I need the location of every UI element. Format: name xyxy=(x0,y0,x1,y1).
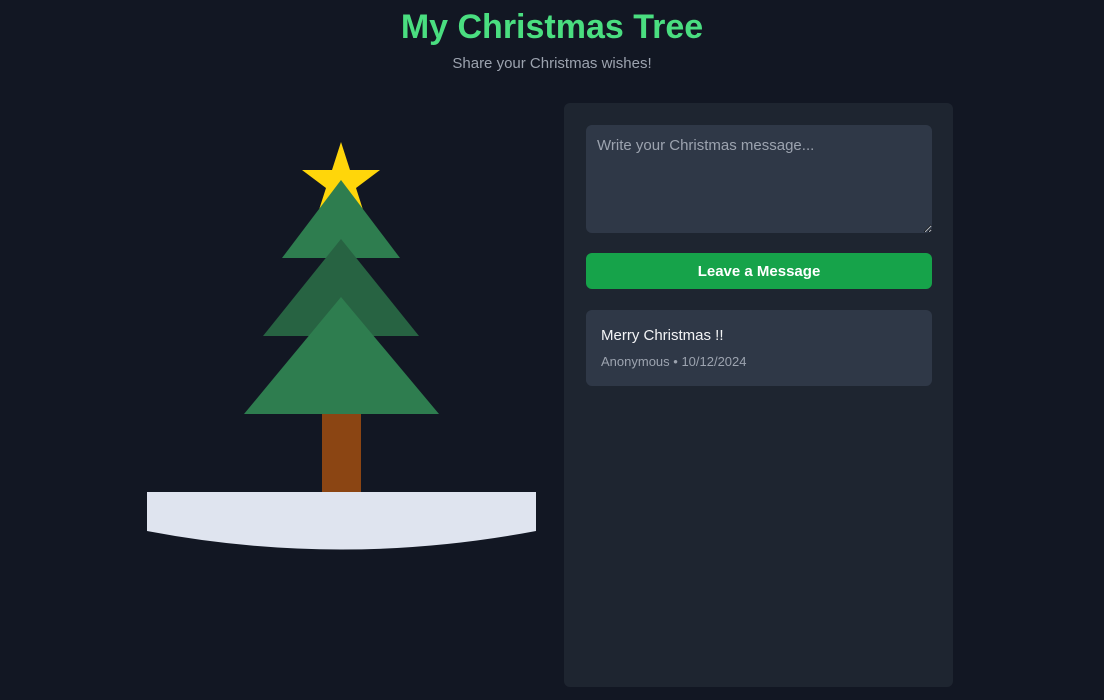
message-card: Merry Christmas !! Anonymous • 10/12/202… xyxy=(586,310,932,386)
message-input[interactable] xyxy=(586,125,932,233)
leave-message-button[interactable]: Leave a Message xyxy=(586,253,932,289)
christmas-tree-illustration xyxy=(147,142,536,550)
message-author: Anonymous xyxy=(601,354,670,369)
page-title: My Christmas Tree xyxy=(400,8,704,46)
tree-bottom-tier xyxy=(244,297,439,414)
message-meta: Anonymous • 10/12/2024 xyxy=(601,354,747,369)
message-text: Merry Christmas !! xyxy=(601,327,724,344)
message-list: Merry Christmas !! Anonymous • 10/12/202… xyxy=(586,310,932,386)
snow-ground xyxy=(147,492,536,550)
message-panel: Leave a Message Merry Christmas !! Anony… xyxy=(564,103,953,687)
page-subtitle: Share your Christmas wishes! xyxy=(452,55,652,72)
tree-trunk xyxy=(322,414,361,492)
message-date: 10/12/2024 xyxy=(681,354,747,369)
page: My Christmas Tree Share your Christmas w… xyxy=(0,0,1104,700)
